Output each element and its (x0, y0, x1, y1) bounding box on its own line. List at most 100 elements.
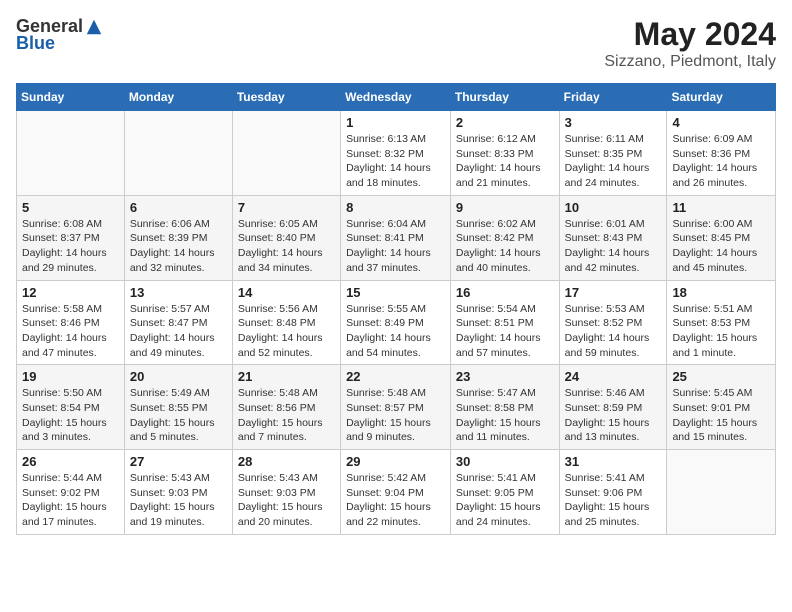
col-header-thursday: Thursday (450, 84, 559, 111)
title-block: May 2024 Sizzano, Piedmont, Italy (604, 16, 776, 71)
day-info: Sunrise: 5:46 AM Sunset: 8:59 PM Dayligh… (565, 386, 662, 445)
day-number: 27 (130, 454, 227, 469)
day-info: Sunrise: 5:43 AM Sunset: 9:03 PM Dayligh… (130, 471, 227, 530)
calendar-cell: 12Sunrise: 5:58 AM Sunset: 8:46 PM Dayli… (17, 280, 125, 365)
calendar-cell: 27 Sunrise: 5:43 AM Sunset: 9:03 PM Dayli… (124, 450, 232, 535)
calendar-cell: 6 Sunrise: 6:06 AM Sunset: 8:39 PM Daylig… (124, 195, 232, 280)
calendar-cell (667, 450, 776, 535)
day-info: Sunrise: 5:48 AM Sunset: 8:56 PM Dayligh… (238, 386, 335, 445)
calendar-week-2: 5 Sunrise: 6:08 AM Sunset: 8:37 PM Daylig… (17, 195, 776, 280)
day-number: 15 (346, 285, 445, 300)
calendar-cell: 24 Sunrise: 5:46 AM Sunset: 8:59 PM Dayli… (559, 365, 667, 450)
day-info: Sunrise: 5:45 AM Sunset: 9:01 PM Dayligh… (672, 386, 770, 445)
calendar-cell: 10 Sunrise: 6:01 AM Sunset: 8:43 PM Dayli… (559, 195, 667, 280)
day-number: 17 (565, 285, 662, 300)
day-info: Sunrise: 5:41 AM Sunset: 9:05 PM Dayligh… (456, 471, 554, 530)
day-number: 13 (130, 285, 227, 300)
day-number: 11 (672, 200, 770, 215)
day-number: 7 (238, 200, 335, 215)
day-info: Sunrise: 6:05 AM Sunset: 8:40 PM Dayligh… (238, 217, 335, 276)
day-number: 31 (565, 454, 662, 469)
day-number: 29 (346, 454, 445, 469)
logo-blue-text: Blue (16, 33, 55, 54)
calendar-cell: 28 Sunrise: 5:43 AM Sunset: 9:03 PM Dayli… (232, 450, 340, 535)
day-info: Sunrise: 5:47 AM Sunset: 8:58 PM Dayligh… (456, 386, 554, 445)
day-number: 4 (672, 115, 770, 130)
calendar-cell: 2 Sunrise: 6:12 AM Sunset: 8:33 PM Daylig… (450, 111, 559, 196)
calendar-cell (232, 111, 340, 196)
calendar-cell: 14 Sunrise: 5:56 AM Sunset: 8:48 PM Dayli… (232, 280, 340, 365)
location: Sizzano, Piedmont, Italy (604, 53, 776, 71)
month-title: May 2024 (604, 16, 776, 53)
col-header-saturday: Saturday (667, 84, 776, 111)
day-info: Sunrise: 6:01 AM Sunset: 8:43 PM Dayligh… (565, 217, 662, 276)
calendar-cell: 22Sunrise: 5:48 AM Sunset: 8:57 PM Dayli… (341, 365, 451, 450)
day-number: 20 (130, 369, 227, 384)
day-number: 14 (238, 285, 335, 300)
day-info: Sunrise: 6:12 AM Sunset: 8:33 PM Dayligh… (456, 132, 554, 191)
day-info: Sunrise: 5:56 AM Sunset: 8:48 PM Dayligh… (238, 302, 335, 361)
day-number: 6 (130, 200, 227, 215)
day-number: 2 (456, 115, 554, 130)
calendar-cell: 30Sunrise: 5:41 AM Sunset: 9:05 PM Dayli… (450, 450, 559, 535)
calendar-cell: 16 Sunrise: 5:54 AM Sunset: 8:51 PM Dayli… (450, 280, 559, 365)
day-number: 16 (456, 285, 554, 300)
calendar-cell: 21Sunrise: 5:48 AM Sunset: 8:56 PM Dayli… (232, 365, 340, 450)
calendar-cell (124, 111, 232, 196)
day-info: Sunrise: 5:55 AM Sunset: 8:49 PM Dayligh… (346, 302, 445, 361)
calendar-cell (17, 111, 125, 196)
day-info: Sunrise: 6:04 AM Sunset: 8:41 PM Dayligh… (346, 217, 445, 276)
day-number: 26 (22, 454, 119, 469)
day-number: 19 (22, 369, 119, 384)
page-header: General Blue May 2024 Sizzano, Piedmont,… (16, 16, 776, 71)
day-number: 5 (22, 200, 119, 215)
day-info: Sunrise: 5:53 AM Sunset: 8:52 PM Dayligh… (565, 302, 662, 361)
calendar-cell: 3 Sunrise: 6:11 AM Sunset: 8:35 PM Daylig… (559, 111, 667, 196)
col-header-wednesday: Wednesday (341, 84, 451, 111)
day-info: Sunrise: 5:43 AM Sunset: 9:03 PM Dayligh… (238, 471, 335, 530)
day-number: 23 (456, 369, 554, 384)
day-number: 9 (456, 200, 554, 215)
day-info: Sunrise: 6:00 AM Sunset: 8:45 PM Dayligh… (672, 217, 770, 276)
calendar-cell: 18Sunrise: 5:51 AM Sunset: 8:53 PM Dayli… (667, 280, 776, 365)
calendar-cell: 20Sunrise: 5:49 AM Sunset: 8:55 PM Dayli… (124, 365, 232, 450)
day-number: 8 (346, 200, 445, 215)
day-info: Sunrise: 6:06 AM Sunset: 8:39 PM Dayligh… (130, 217, 227, 276)
day-number: 10 (565, 200, 662, 215)
day-number: 28 (238, 454, 335, 469)
day-number: 25 (672, 369, 770, 384)
calendar-cell: 25 Sunrise: 5:45 AM Sunset: 9:01 PM Dayli… (667, 365, 776, 450)
calendar-cell: 5 Sunrise: 6:08 AM Sunset: 8:37 PM Daylig… (17, 195, 125, 280)
day-info: Sunrise: 6:02 AM Sunset: 8:42 PM Dayligh… (456, 217, 554, 276)
calendar-table: SundayMondayTuesdayWednesdayThursdayFrid… (16, 83, 776, 535)
calendar-cell: 15 Sunrise: 5:55 AM Sunset: 8:49 PM Dayli… (341, 280, 451, 365)
day-info: Sunrise: 6:08 AM Sunset: 8:37 PM Dayligh… (22, 217, 119, 276)
col-header-sunday: Sunday (17, 84, 125, 111)
day-number: 12 (22, 285, 119, 300)
day-info: Sunrise: 5:54 AM Sunset: 8:51 PM Dayligh… (456, 302, 554, 361)
calendar-week-4: 19 Sunrise: 5:50 AM Sunset: 8:54 PM Dayli… (17, 365, 776, 450)
calendar-cell: 29Sunrise: 5:42 AM Sunset: 9:04 PM Dayli… (341, 450, 451, 535)
calendar-cell: 1Sunrise: 6:13 AM Sunset: 8:32 PM Daylig… (341, 111, 451, 196)
col-header-monday: Monday (124, 84, 232, 111)
day-info: Sunrise: 6:11 AM Sunset: 8:35 PM Dayligh… (565, 132, 662, 191)
calendar-cell: 4 Sunrise: 6:09 AM Sunset: 8:36 PM Daylig… (667, 111, 776, 196)
calendar-week-3: 12Sunrise: 5:58 AM Sunset: 8:46 PM Dayli… (17, 280, 776, 365)
calendar-cell: 23 Sunrise: 5:47 AM Sunset: 8:58 PM Dayli… (450, 365, 559, 450)
calendar-cell: 26 Sunrise: 5:44 AM Sunset: 9:02 PM Dayli… (17, 450, 125, 535)
calendar-cell: 8 Sunrise: 6:04 AM Sunset: 8:41 PM Daylig… (341, 195, 451, 280)
day-info: Sunrise: 5:44 AM Sunset: 9:02 PM Dayligh… (22, 471, 119, 530)
day-info: Sunrise: 6:09 AM Sunset: 8:36 PM Dayligh… (672, 132, 770, 191)
day-info: Sunrise: 5:50 AM Sunset: 8:54 PM Dayligh… (22, 386, 119, 445)
col-header-tuesday: Tuesday (232, 84, 340, 111)
day-number: 24 (565, 369, 662, 384)
day-info: Sunrise: 5:57 AM Sunset: 8:47 PM Dayligh… (130, 302, 227, 361)
col-header-friday: Friday (559, 84, 667, 111)
day-number: 22 (346, 369, 445, 384)
day-info: Sunrise: 6:13 AM Sunset: 8:32 PM Dayligh… (346, 132, 445, 191)
logo: General Blue (16, 16, 103, 54)
day-info: Sunrise: 5:51 AM Sunset: 8:53 PM Dayligh… (672, 302, 770, 361)
calendar-week-1: 1Sunrise: 6:13 AM Sunset: 8:32 PM Daylig… (17, 111, 776, 196)
calendar-cell: 17 Sunrise: 5:53 AM Sunset: 8:52 PM Dayli… (559, 280, 667, 365)
day-number: 3 (565, 115, 662, 130)
